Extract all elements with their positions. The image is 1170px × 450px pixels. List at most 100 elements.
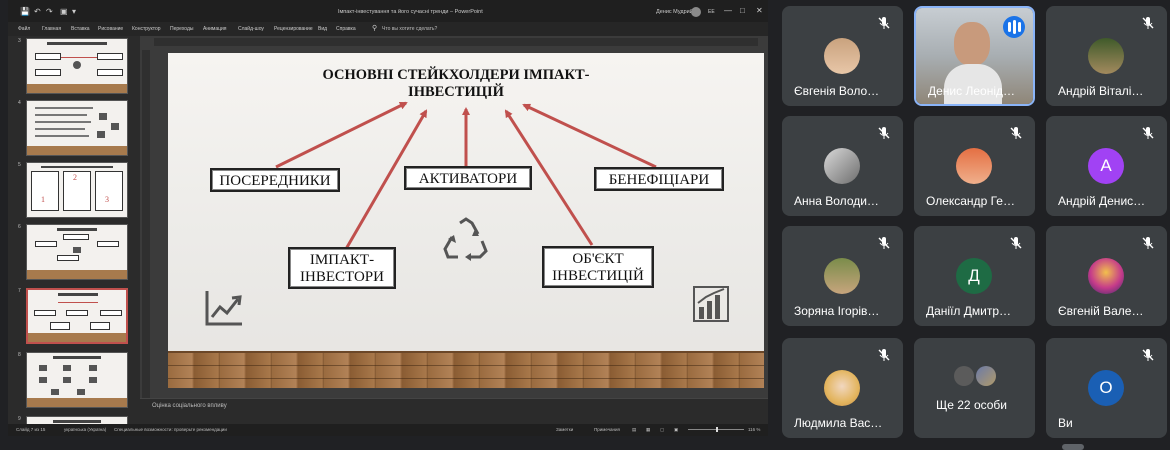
box-impact-investors[interactable]: ІМПАКТ-ІНВЕСТОРИ [288, 247, 396, 289]
reading-view-icon[interactable]: ▢ [660, 427, 664, 433]
participant-tile[interactable]: Андрій Віталі… [1046, 6, 1167, 106]
participant-name: Людмила Вас… [794, 416, 883, 430]
save-icon[interactable]: 💾 [20, 8, 30, 16]
participant-name: Анна Володи… [794, 194, 879, 208]
thumbnail-number: 3 [18, 38, 21, 44]
participant-avatar [824, 370, 860, 406]
language-indicator[interactable]: українська (Україна) [64, 427, 106, 432]
slide-thumbnail-5[interactable]: 2 1 3 [26, 162, 128, 218]
arrow-from-beneficiaries [522, 103, 657, 169]
notes-pane[interactable]: Оцінка соціального впливу [140, 398, 768, 424]
tab-file[interactable]: Файл [18, 26, 30, 32]
tab-view[interactable]: Вид [318, 26, 327, 32]
participant-avatar-letter: А [1088, 148, 1124, 184]
tab-insert[interactable]: Вставка [71, 26, 90, 32]
tab-transitions[interactable]: Переходы [170, 26, 193, 32]
minimize-icon[interactable]: — [724, 6, 732, 15]
participant-name: Ви [1058, 416, 1073, 430]
mic-off-icon [878, 127, 890, 139]
current-slide[interactable]: ОСНОВНІ СТЕЙКХОЛДЕРИ ІМПАКТ-ІНВЕСТИЦІЙ П… [168, 53, 764, 388]
slideshow-start-icon[interactable]: ▣ [60, 8, 68, 16]
comments-button[interactable]: Примечания [594, 427, 620, 432]
self-tile[interactable]: О Ви [1046, 338, 1167, 438]
zoom-level[interactable]: 116 % [748, 427, 760, 432]
more-participants-label: Ще 22 особи [936, 398, 1007, 412]
slide-thumbnail-8[interactable] [26, 352, 128, 408]
slide-title[interactable]: ОСНОВНІ СТЕЙКХОЛДЕРИ ІМПАКТ-ІНВЕСТИЦІЙ [308, 67, 604, 101]
participant-avatar [1088, 258, 1124, 294]
vertical-ruler [142, 50, 150, 398]
slide-thumbnail-4[interactable] [26, 100, 128, 156]
notes-text[interactable]: Оцінка соціального впливу [152, 403, 227, 409]
arrow-from-intermediaries [275, 101, 408, 169]
participant-avatar [824, 148, 860, 184]
user-avatar[interactable] [691, 7, 701, 17]
redo-icon[interactable]: ↷ [46, 8, 53, 16]
participant-name: Андрій Віталі… [1058, 84, 1144, 98]
zoom-slider-handle[interactable] [716, 427, 718, 432]
document-title: Імпакт-інвестування та його сучасні трен… [338, 9, 483, 15]
participant-avatar [956, 148, 992, 184]
participant-tile[interactable]: Людмила Вас… [782, 338, 903, 438]
maximize-icon[interactable]: □ [740, 6, 745, 15]
powerpoint-window: 💾 ↶ ↷ ▣ ▾ Імпакт-інвестування та його су… [8, 0, 768, 436]
tab-draw[interactable]: Рисование [98, 26, 123, 32]
participant-avatar [954, 366, 974, 386]
participant-tile[interactable]: А Андрій Денис… [1046, 116, 1167, 216]
mic-off-icon [878, 349, 890, 361]
more-participants-tile[interactable]: Ще 22 особи [914, 338, 1035, 438]
notes-button[interactable]: Заметки [556, 427, 573, 432]
participant-name: Зоряна Ігорів… [794, 304, 880, 318]
box-beneficiaries[interactable]: БЕНЕФІЦІАРИ [594, 167, 724, 191]
participant-name: Андрій Денис… [1058, 194, 1146, 208]
slideshow-view-icon[interactable]: ▣ [674, 427, 678, 433]
participant-tile[interactable]: Анна Володи… [782, 116, 903, 216]
participant-name: Євгеній Вале… [1058, 304, 1144, 318]
participant-tile[interactable]: Зоряна Ігорів… [782, 226, 903, 326]
participant-tile[interactable]: Олександр Ге… [914, 116, 1035, 216]
sorter-view-icon[interactable]: ▦ [646, 427, 650, 433]
tab-help[interactable]: Справка [336, 26, 356, 32]
lightbulb-icon: ⚲ [372, 25, 378, 32]
customize-icon[interactable]: ▾ [72, 8, 76, 16]
tab-animations[interactable]: Анимация [203, 26, 226, 32]
slide-counter: Слайд 7 из 15 [16, 427, 46, 432]
participant-tile[interactable]: Д Даніїл Дмитр… [914, 226, 1035, 326]
participant-avatar-letter: О [1088, 370, 1124, 406]
mic-off-icon [1010, 237, 1022, 249]
participant-tile-active-speaker[interactable]: Денис Леонід… [914, 6, 1035, 106]
undo-icon[interactable]: ↶ [34, 8, 41, 16]
user-name[interactable]: Денис Мудрий [656, 9, 693, 15]
thumbnail-number: 6 [18, 224, 21, 230]
participant-name: Денис Леонід… [928, 84, 1015, 98]
participant-avatar [1088, 38, 1124, 74]
box-activators[interactable]: АКТИВАТОРИ [404, 166, 532, 190]
user-initials[interactable]: ЕЕ [708, 9, 715, 15]
participant-tile[interactable]: Євгенія Воло… [782, 6, 903, 106]
mic-off-icon [878, 237, 890, 249]
box-intermediaries[interactable]: ПОСЕРЕДНИКИ [210, 168, 340, 192]
tab-design[interactable]: Конструктор [132, 26, 161, 32]
close-icon[interactable]: ✕ [756, 6, 763, 15]
normal-view-icon[interactable]: ▤ [632, 427, 636, 433]
slide-thumbnail-3[interactable] [26, 38, 128, 94]
mic-off-icon [1010, 127, 1022, 139]
tab-slideshow[interactable]: Слайд-шоу [238, 26, 264, 32]
slide-thumbnail-9[interactable] [26, 416, 128, 424]
box-investment-object[interactable]: ОБ'ЄКТ ІНВЕСТИЦІЙ [542, 246, 654, 288]
recycle-icon [443, 217, 488, 261]
thumbnail-number: 7 [18, 288, 21, 294]
participant-tile[interactable]: Євгеній Вале… [1046, 226, 1167, 326]
tell-me-search[interactable]: Что вы хотите сделать? [382, 26, 437, 32]
participant-avatar [824, 258, 860, 294]
slide-thumbnails-pane[interactable]: 3 4 5 2 1 3 6 7 8 9 [8, 36, 140, 424]
thumbnail-label: 1 [41, 195, 45, 204]
tab-home[interactable]: Главная [42, 26, 61, 32]
slide-thumbnail-6[interactable] [26, 224, 128, 280]
slide-thumbnail-7-active[interactable] [26, 288, 128, 344]
tab-review[interactable]: Рецензирование [274, 26, 313, 32]
accessibility-status[interactable]: Специальные возможности: проверьте реком… [114, 427, 227, 432]
scroll-indicator[interactable] [1062, 444, 1084, 450]
slide-editing-area[interactable]: ОСНОВНІ СТЕЙКХОЛДЕРИ ІМПАКТ-ІНВЕСТИЦІЙ П… [140, 36, 768, 398]
participant-avatar [824, 38, 860, 74]
